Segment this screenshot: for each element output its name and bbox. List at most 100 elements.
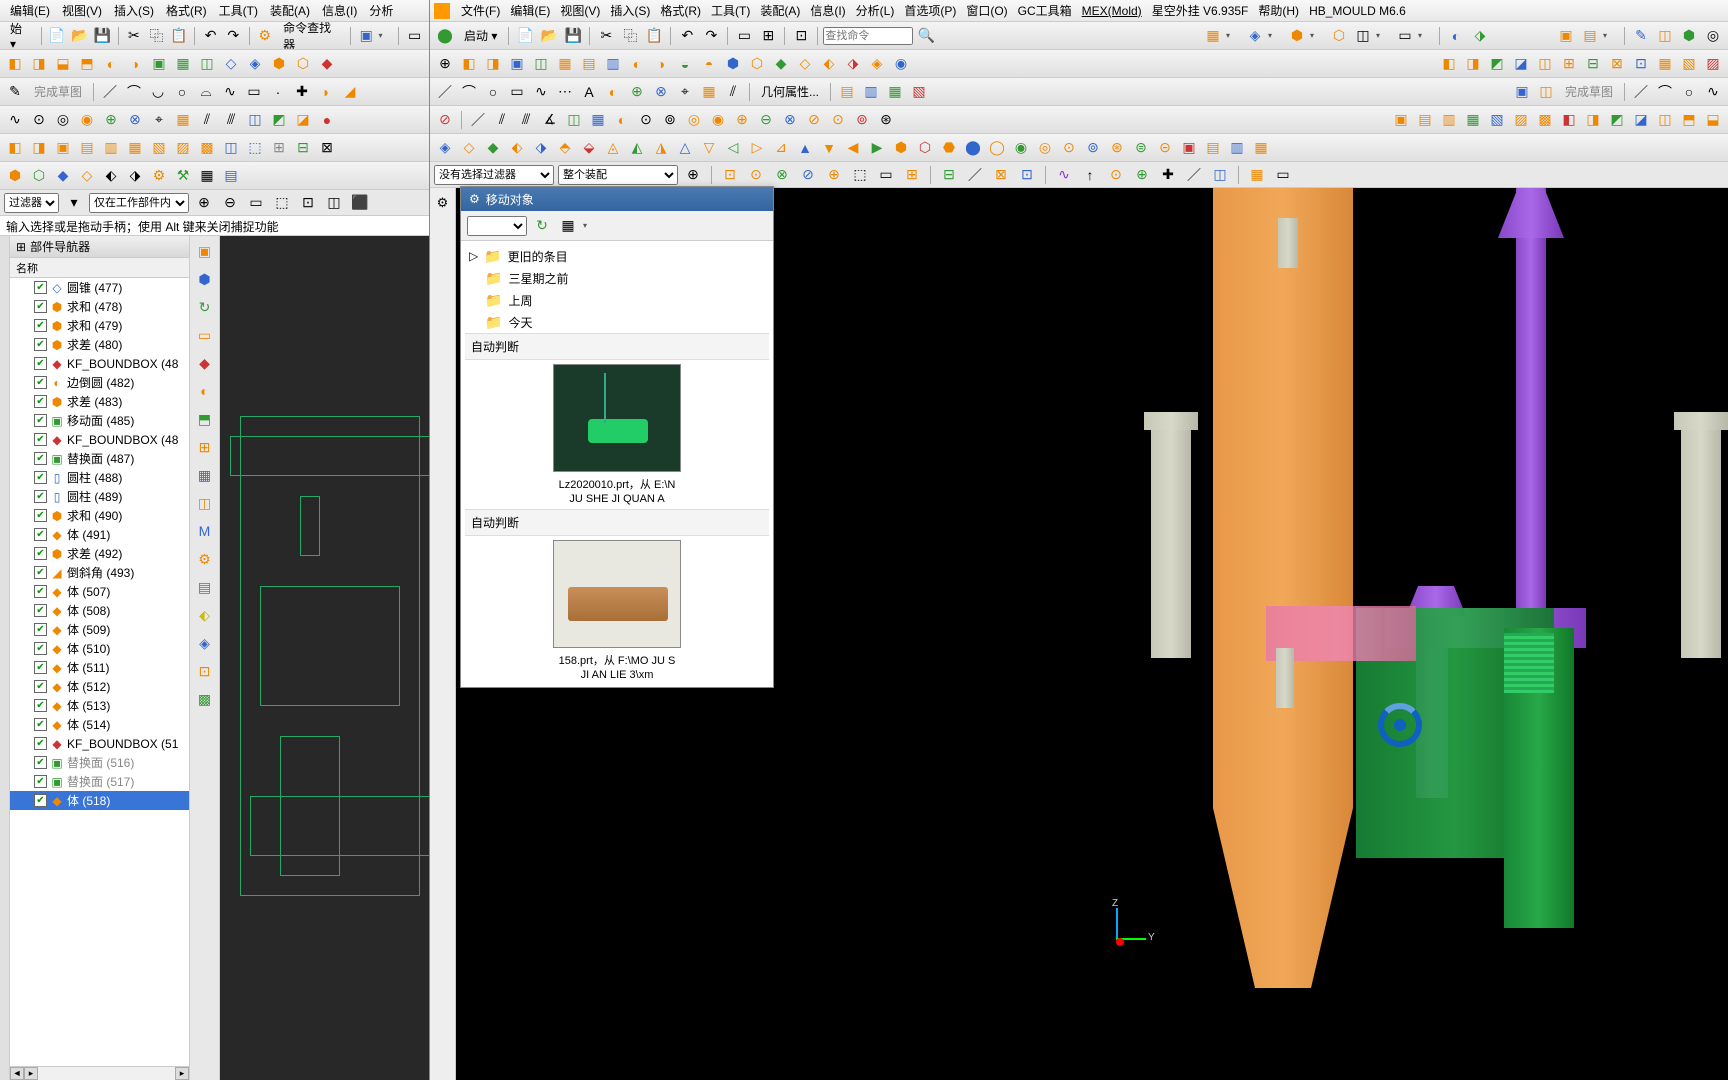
tb5-icon[interactable]: ◯ [986,137,1008,159]
tb3-icon[interactable]: A [578,81,600,103]
menu-gctools[interactable]: GC工具箱 [1013,0,1077,21]
tree-item[interactable]: ✔◆体 (514) [10,715,189,734]
filter-combo1[interactable]: 没有选择过滤器 [434,165,554,185]
start-dropdown[interactable]: 启动 ▾ [458,25,503,46]
tb2-icon[interactable]: ◓ [698,53,720,75]
feat-icon[interactable]: ⬡ [292,53,314,75]
snap-icon[interactable]: ⊡ [1016,164,1038,186]
snap-icon[interactable]: ／ [964,164,986,186]
assy-icon[interactable]: ⚒ [172,165,194,187]
tree-item[interactable]: ✔◆体 (511) [10,658,189,677]
tb2-icon[interactable]: ◫ [1534,53,1556,75]
tb-icon[interactable]: ⬢ [1678,25,1700,47]
tb5-icon[interactable]: ▣ [1178,137,1200,159]
tb3-icon[interactable]: ⌒ [1654,81,1676,103]
tree-item[interactable]: ✔◆体 (510) [10,639,189,658]
tb2-icon[interactable]: ◒ [674,53,696,75]
tb5-icon[interactable]: ⬣ [938,137,960,159]
snap-icon[interactable]: ▭ [1272,164,1294,186]
res-icon[interactable]: ◐ [194,380,216,402]
folder-expand[interactable]: 📁 三星期之前 [465,267,769,289]
tb3-icon[interactable]: ○ [482,81,504,103]
tb5-icon[interactable]: ▲ [794,137,816,159]
tb2-icon[interactable]: ▧ [1678,53,1700,75]
menu-info[interactable]: 信息(I) [805,0,850,21]
menu-insert[interactable]: 插入(S) [605,0,655,21]
tb-icon[interactable]: ▭ [1394,25,1416,47]
tb2-icon[interactable]: ◈ [866,53,888,75]
filter-icon[interactable]: ▾ [63,192,85,214]
checkbox[interactable]: ✔ [34,623,47,636]
res-icon[interactable]: M [194,520,216,542]
cmd-finder-icon[interactable]: ⚙ [255,25,276,47]
point-icon[interactable]: · [267,81,289,103]
checkbox[interactable]: ✔ [34,661,47,674]
tb5-icon[interactable]: ⊿ [770,137,792,159]
folder-expand[interactable]: ▷ 📁 更旧的条目 [465,245,769,267]
solid-icon[interactable]: ▣ [52,137,74,159]
tb-icon[interactable]: ▭ [733,25,755,47]
snap-icon[interactable]: ⬚ [849,164,871,186]
filter-select2[interactable]: 仅在工作部件内 [89,193,189,213]
tree-item[interactable]: ✔◢倒斜角 (493) [10,563,189,582]
tb4-icon[interactable]: ⊛ [875,109,897,131]
tb4-icon[interactable]: ◨ [1582,109,1604,131]
tb2-icon[interactable]: ◐ [626,53,648,75]
tb4-icon[interactable]: ⊖ [755,109,777,131]
tb5-icon[interactable]: ◈ [434,137,456,159]
tb3-icon[interactable]: ⫽ [722,81,744,103]
start-icon[interactable]: ⬤ [434,25,456,47]
tb3-icon[interactable]: ▤ [836,81,858,103]
paste-icon[interactable]: 📋 [169,25,190,47]
tb5-icon[interactable]: ◁ [722,137,744,159]
snap-icon[interactable]: ◫ [1209,164,1231,186]
tb4-icon[interactable]: ◫ [563,109,585,131]
menu-format[interactable]: 格式(R) [160,0,213,21]
menu-view[interactable]: 视图(V) [555,0,605,21]
tb5-icon[interactable]: ◎ [1034,137,1056,159]
tb-icon[interactable]: ⬢ [1286,25,1308,47]
checkbox[interactable]: ✔ [34,433,47,446]
checkbox[interactable]: ✔ [34,699,47,712]
cube-icon[interactable]: ▣ [356,25,377,47]
assy-icon[interactable]: ⬢ [4,165,26,187]
solid-icon[interactable]: ▧ [148,137,170,159]
snap-icon[interactable]: ▦ [1246,164,1268,186]
snap-icon[interactable]: ⊞ [901,164,923,186]
tb4-icon[interactable]: ◩ [1606,109,1628,131]
snap-icon[interactable]: ／ [1183,164,1205,186]
checkbox[interactable]: ✔ [34,604,47,617]
tb5-icon[interactable]: △ [674,137,696,159]
snap-icon[interactable]: ⊗ [771,164,793,186]
tb5-icon[interactable]: ⊙ [1058,137,1080,159]
tb4-icon[interactable]: ▣ [1390,109,1412,131]
tb3-icon[interactable]: ⌒ [458,81,480,103]
save-icon[interactable]: 💾 [92,25,113,47]
menu-hbmould[interactable]: HB_MOULD M6.6 [1304,2,1411,20]
tb5-icon[interactable]: ⬡ [914,137,936,159]
tb3-icon[interactable]: ⊗ [650,81,672,103]
menu-analysis[interactable]: 分析(L) [851,0,900,21]
tb4-icon[interactable]: ⊘ [434,109,456,131]
tb-icon[interactable]: ▦ [1202,25,1224,47]
part-thumbnail[interactable] [553,364,681,472]
tb5-icon[interactable]: ⬖ [506,137,528,159]
menu-mex[interactable]: MEX(Mold) [1077,2,1147,20]
tree-item[interactable]: ✔◆体 (509) [10,620,189,639]
tb4-icon[interactable]: ◐ [611,109,633,131]
tb2-icon[interactable]: ◉ [890,53,912,75]
tree-item[interactable]: ✔◆KF_BOUNDBOX (51 [10,734,189,753]
tree-item[interactable]: ✔◐边倒圆 (482) [10,373,189,392]
spline-icon[interactable]: ∿ [219,81,241,103]
filter-btn[interactable]: ⊖ [219,192,241,214]
tb3-icon[interactable]: ▧ [908,81,930,103]
command-search[interactable] [823,27,913,45]
tb5-icon[interactable]: ▽ [698,137,720,159]
tb3-icon[interactable]: ∿ [530,81,552,103]
tree-item[interactable]: ✔▯圆柱 (488) [10,468,189,487]
feat-icon[interactable]: ▣ [148,53,170,75]
copy-icon[interactable]: ⿻ [619,25,641,47]
tb-icon[interactable]: ⬗ [1469,25,1491,47]
tb-icon[interactable]: ✎ [1630,25,1652,47]
dialog-body[interactable]: ▷ 📁 更旧的条目 📁 三星期之前 📁 上周 📁 今天 自动判断 Lz20200… [461,241,773,687]
